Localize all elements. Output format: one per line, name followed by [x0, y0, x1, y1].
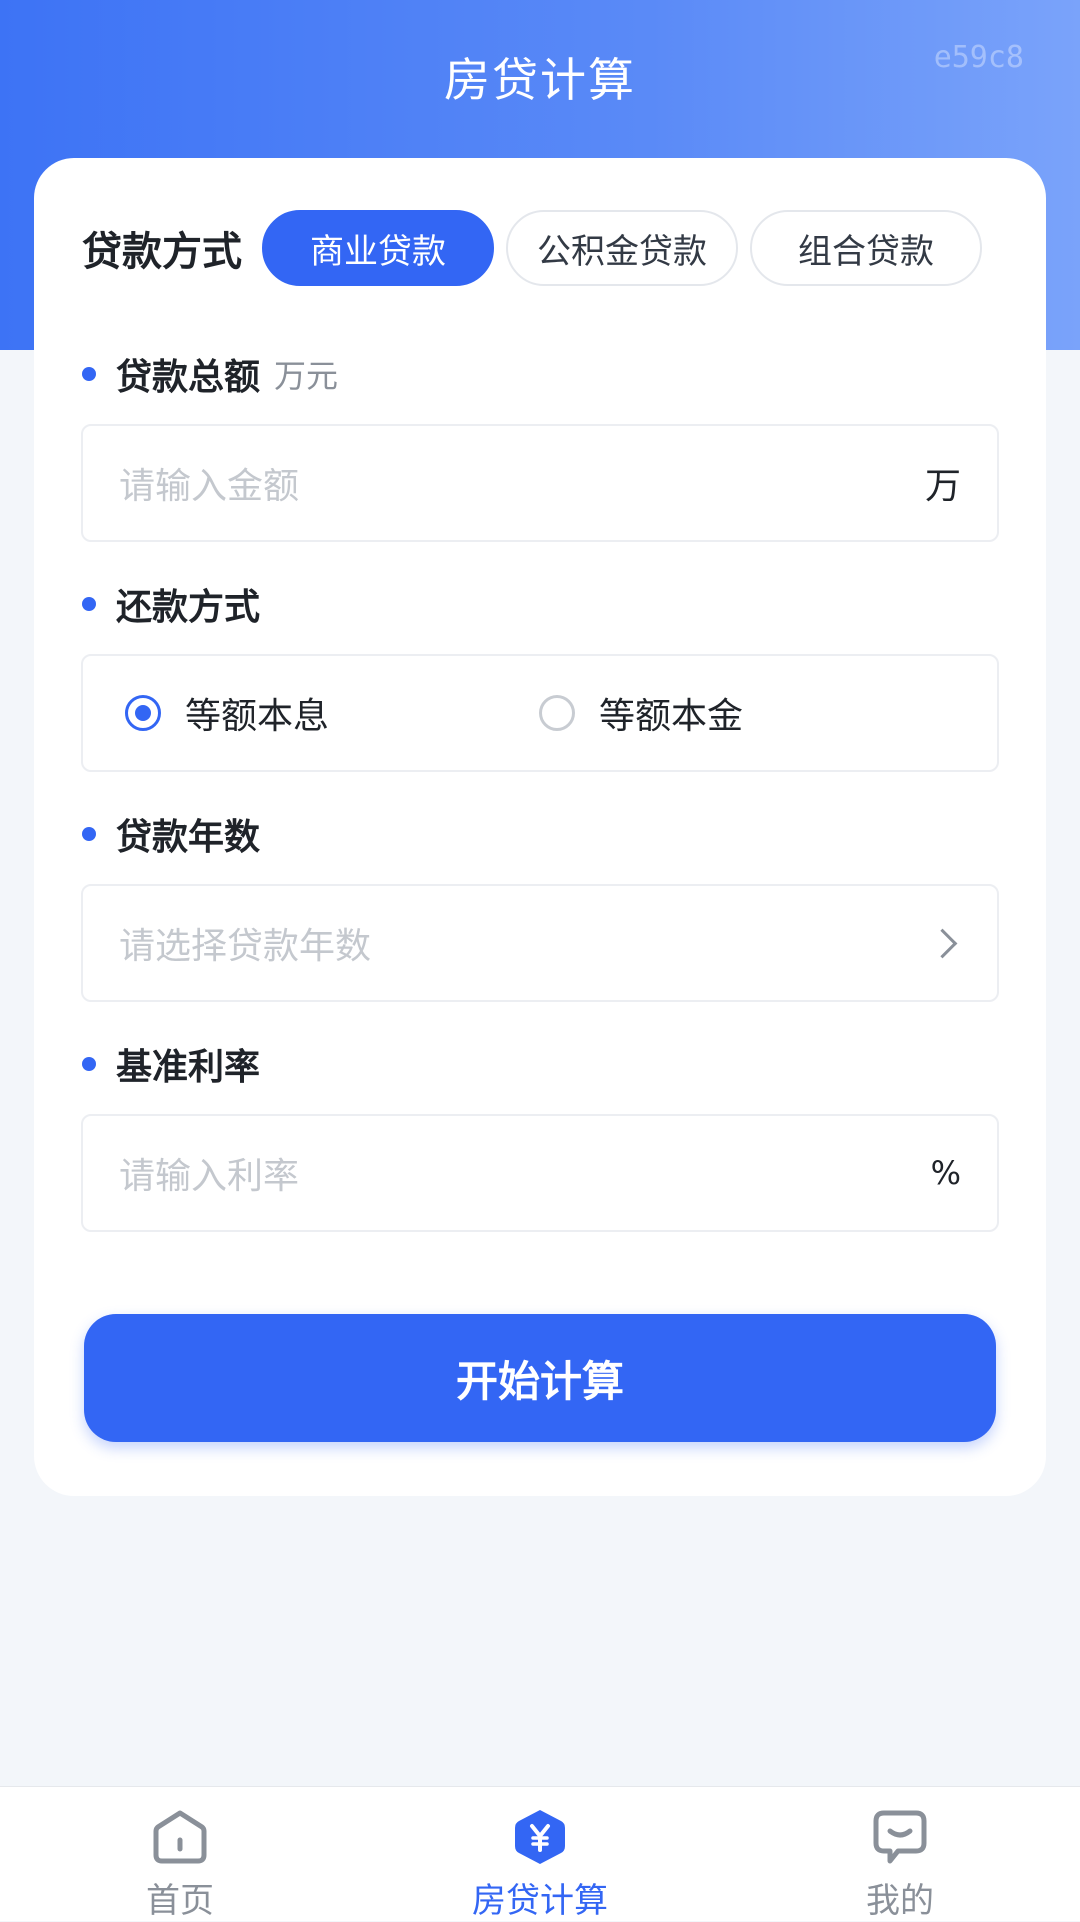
loan-type-provident-fund-button[interactable]: 公积金贷款 [506, 210, 738, 286]
bullet-dot [82, 827, 96, 841]
loan-type-commercial-button[interactable]: 商业贷款 [262, 210, 494, 286]
loan-type-row: 贷款方式 商业贷款 公积金贷款 组合贷款 [82, 210, 994, 286]
years-placeholder: 请选择贷款年数 [119, 926, 372, 967]
loan-type-combined-button[interactable]: 组合贷款 [750, 210, 982, 286]
amount-placeholder: 请输入金额 [119, 466, 300, 507]
amount-suffix: 万 [924, 466, 961, 507]
tab-profile-label: 我的 [866, 1881, 934, 1921]
repayment-section-label: 还款方式 [82, 578, 260, 630]
page-title: 房贷计算 [444, 53, 636, 107]
yuan-icon [515, 1810, 565, 1864]
years-section-label: 贷款年数 [82, 808, 260, 860]
years-label: 贷款年数 [116, 817, 261, 858]
amount-unit-hint: 万元 [274, 357, 339, 395]
tab-home-label: 首页 [146, 1881, 214, 1921]
rate-section-label: 基准利率 [82, 1038, 260, 1090]
watermark-text: e59c8 [933, 40, 1024, 75]
repayment-option-label: 等额本金 [599, 696, 744, 737]
amount-input[interactable]: 请输入金额 万 [81, 424, 999, 542]
bullet-dot [82, 1057, 96, 1071]
repayment-option-label: 等额本息 [185, 696, 330, 737]
tab-mortgage-calculator[interactable]: 房贷计算 [360, 1787, 720, 1921]
bottom-tab-bar: 首页 房贷计算 我的 [0, 1786, 1080, 1921]
years-select[interactable]: 请选择贷款年数 [81, 884, 999, 1002]
rate-input[interactable]: 请输入利率 % [81, 1114, 999, 1232]
tab-home[interactable]: 首页 [0, 1787, 360, 1921]
bullet-dot [82, 367, 96, 381]
rate-label: 基准利率 [116, 1047, 261, 1088]
repayment-radio-group: 等额本息 等额本金 [81, 654, 999, 772]
rate-suffix: % [930, 1154, 961, 1192]
loan-type-label: 贷款方式 [82, 229, 242, 275]
radio-checked-icon [125, 695, 161, 731]
amount-label: 贷款总额 [116, 357, 261, 398]
chevron-right-icon [927, 928, 958, 958]
calculator-card: 贷款方式 商业贷款 公积金贷款 组合贷款 贷款总额 万元 请输入金额 万 还款方… [34, 158, 1046, 1496]
home-icon [153, 1810, 207, 1864]
start-calculation-button[interactable]: 开始计算 [84, 1314, 996, 1442]
tab-profile[interactable]: 我的 [720, 1787, 1080, 1921]
repayment-label: 还款方式 [116, 587, 261, 628]
bullet-dot [82, 597, 96, 611]
chat-smile-icon [873, 1810, 927, 1864]
repayment-option-equal-principal[interactable]: 等额本金 [539, 687, 743, 739]
rate-placeholder: 请输入利率 [119, 1156, 300, 1197]
repayment-option-equal-installment[interactable]: 等额本息 [125, 687, 329, 739]
tab-mortgage-calculator-label: 房贷计算 [472, 1881, 608, 1921]
amount-section-label: 贷款总额 万元 [82, 348, 338, 400]
radio-unchecked-icon [539, 695, 575, 731]
